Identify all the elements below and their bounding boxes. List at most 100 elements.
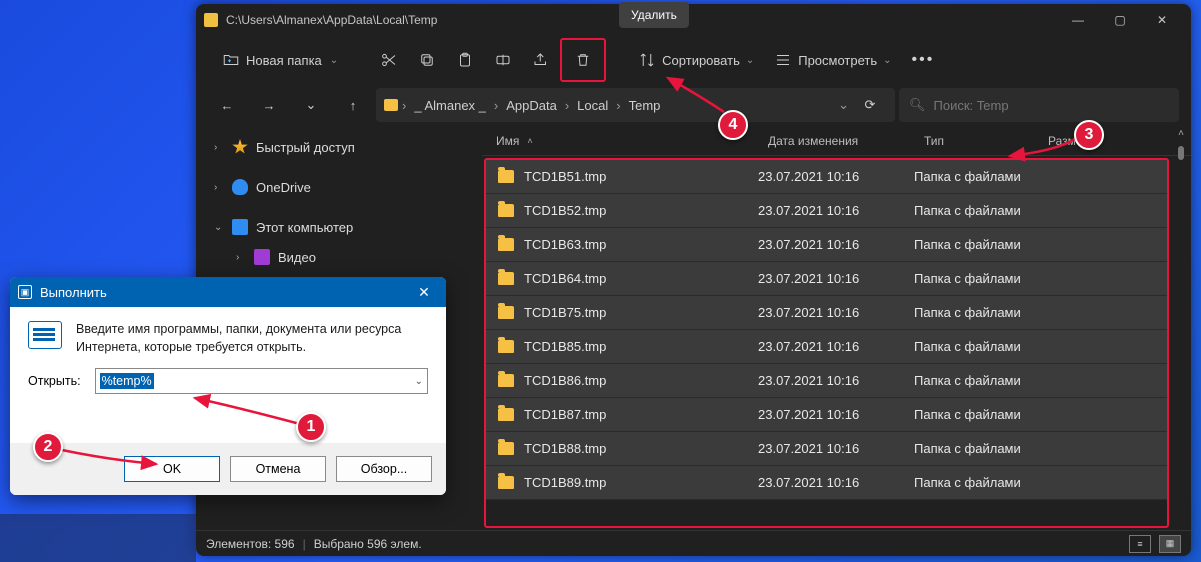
chevron-right-icon: › bbox=[565, 98, 569, 113]
minimize-button[interactable]: — bbox=[1057, 4, 1099, 36]
file-type: Папка с файлами bbox=[914, 169, 1038, 184]
file-date: 23.07.2021 10:16 bbox=[758, 203, 914, 218]
file-row[interactable]: TCD1B85.tmp23.07.2021 10:16Папка с файла… bbox=[486, 330, 1167, 364]
run-input[interactable]: %temp% ⌄ bbox=[95, 368, 428, 394]
col-header-label: Имя bbox=[496, 134, 519, 148]
sort-asc-icon: ˄ bbox=[527, 136, 532, 146]
addr-history-button[interactable]: ⌄ bbox=[838, 97, 849, 113]
file-rows-container: TCD1B51.tmp23.07.2021 10:16Папка с файла… bbox=[484, 158, 1169, 528]
scroll-thumb[interactable] bbox=[1178, 146, 1184, 160]
file-date: 23.07.2021 10:16 bbox=[758, 271, 914, 286]
view-button[interactable]: Просмотреть ⌄ bbox=[764, 42, 901, 78]
folder-icon bbox=[498, 238, 514, 251]
col-header-type[interactable]: Тип bbox=[924, 134, 1048, 148]
view-thumbs-button[interactable]: ▦ bbox=[1159, 535, 1181, 553]
folder-icon bbox=[498, 374, 514, 387]
run-title-label: Выполнить bbox=[40, 285, 107, 300]
run-close-button[interactable]: ✕ bbox=[410, 284, 438, 301]
star-icon bbox=[232, 139, 248, 155]
cut-button[interactable] bbox=[370, 42, 408, 78]
sidebar-item-onedrive[interactable]: › OneDrive bbox=[196, 172, 482, 202]
run-icon: ▣ bbox=[18, 285, 32, 299]
sidebar-item-thispc[interactable]: ⌄ Этот компьютер bbox=[196, 212, 482, 242]
file-row[interactable]: TCD1B75.tmp23.07.2021 10:16Папка с файла… bbox=[486, 296, 1167, 330]
file-row[interactable]: TCD1B89.tmp23.07.2021 10:16Папка с файла… bbox=[486, 466, 1167, 500]
file-list-area: Имя ˄ Дата изменения Тип Размер TCD1B51.… bbox=[482, 126, 1191, 530]
sort-icon bbox=[638, 51, 656, 69]
up-button[interactable]: ↑ bbox=[334, 88, 372, 122]
rename-button[interactable] bbox=[484, 42, 522, 78]
file-type: Папка с файлами bbox=[914, 339, 1038, 354]
forward-button[interactable]: → bbox=[250, 88, 288, 122]
file-name: TCD1B52.tmp bbox=[524, 203, 606, 218]
crumb[interactable]: AppData bbox=[502, 98, 561, 113]
view-label: Просмотреть bbox=[798, 53, 877, 68]
file-date: 23.07.2021 10:16 bbox=[758, 373, 914, 388]
close-button[interactable]: ✕ bbox=[1141, 4, 1183, 36]
file-date: 23.07.2021 10:16 bbox=[758, 441, 914, 456]
chevron-down-icon: ⌄ bbox=[415, 376, 423, 387]
chevron-right-icon: › bbox=[494, 98, 498, 113]
new-folder-icon bbox=[222, 51, 240, 69]
chevron-right-icon: › bbox=[402, 98, 406, 113]
chevron-right-icon: › bbox=[236, 252, 246, 263]
search-box[interactable]: 🔍︎ Поиск: Temp bbox=[899, 88, 1179, 122]
sort-label: Сортировать bbox=[662, 53, 740, 68]
maximize-button[interactable]: ▢ bbox=[1099, 4, 1141, 36]
crumb[interactable]: Local bbox=[573, 98, 612, 113]
file-type: Папка с файлами bbox=[914, 305, 1038, 320]
sidebar-item-quick[interactable]: › Быстрый доступ bbox=[196, 132, 482, 162]
video-icon bbox=[254, 249, 270, 265]
sort-button[interactable]: Сортировать ⌄ bbox=[628, 42, 764, 78]
file-row[interactable]: TCD1B86.tmp23.07.2021 10:16Папка с файла… bbox=[486, 364, 1167, 398]
file-row[interactable]: TCD1B64.tmp23.07.2021 10:16Папка с файла… bbox=[486, 262, 1167, 296]
file-row[interactable]: TCD1B88.tmp23.07.2021 10:16Папка с файла… bbox=[486, 432, 1167, 466]
copy-button[interactable] bbox=[408, 42, 446, 78]
copy-icon bbox=[418, 51, 436, 69]
vertical-scrollbar[interactable]: ˄ bbox=[1175, 128, 1187, 500]
file-name: TCD1B64.tmp bbox=[524, 271, 606, 286]
sidebar-item-video[interactable]: › Видео bbox=[196, 242, 482, 272]
new-folder-button[interactable]: Новая папка ⌄ bbox=[212, 42, 348, 78]
file-row[interactable]: TCD1B52.tmp 23.07.2021 10:16Папка с файла… bbox=[486, 194, 1167, 228]
taskbar bbox=[0, 514, 196, 562]
crumb[interactable]: _ Almanex _ bbox=[410, 98, 490, 113]
search-placeholder: Поиск: Temp bbox=[934, 98, 1009, 113]
file-name: TCD1B86.tmp bbox=[524, 373, 606, 388]
folder-icon bbox=[384, 99, 398, 111]
run-button-row: OK Отмена Обзор... bbox=[10, 443, 446, 495]
address-bar[interactable]: › _ Almanex _ › AppData › Local › Temp ⌄… bbox=[376, 88, 895, 122]
chevron-down-icon: ⌄ bbox=[330, 55, 338, 66]
window-titlebar: C:\Users\Almanex\AppData\Local\Temp — ▢ … bbox=[196, 4, 1191, 36]
file-row[interactable]: TCD1B63.tmp23.07.2021 10:16Папка с файла… bbox=[486, 228, 1167, 262]
recent-button[interactable]: ⌄ bbox=[292, 88, 330, 122]
paste-button[interactable] bbox=[446, 42, 484, 78]
more-button[interactable]: ••• bbox=[902, 42, 945, 78]
nav-row: ← → ⌄ ↑ › _ Almanex _ › AppData › Local … bbox=[196, 84, 1191, 126]
folder-icon bbox=[498, 170, 514, 183]
file-row[interactable]: TCD1B87.tmp23.07.2021 10:16Папка с файла… bbox=[486, 398, 1167, 432]
file-row[interactable]: TCD1B51.tmp23.07.2021 10:16Папка с файла… bbox=[486, 160, 1167, 194]
delete-button[interactable] bbox=[564, 42, 602, 78]
trash-icon bbox=[574, 51, 592, 69]
crumb[interactable]: Temp bbox=[625, 98, 665, 113]
file-name: TCD1B85.tmp bbox=[524, 339, 606, 354]
status-selected: Выбрано 596 элем. bbox=[314, 537, 422, 551]
run-ok-button[interactable]: OK bbox=[124, 456, 220, 482]
sidebar-item-label: Этот компьютер bbox=[256, 220, 353, 235]
folder-icon bbox=[498, 204, 514, 217]
back-button[interactable]: ← bbox=[208, 88, 246, 122]
folder-icon bbox=[498, 340, 514, 353]
annotation-badge-3: 3 bbox=[1074, 120, 1104, 150]
refresh-button[interactable]: ⟳ bbox=[853, 97, 887, 113]
chevron-right-icon: › bbox=[214, 142, 224, 153]
chevron-down-icon: ⌄ bbox=[746, 55, 754, 66]
file-date: 23.07.2021 10:16 bbox=[758, 237, 914, 252]
folder-icon bbox=[498, 306, 514, 319]
file-type: Папка с файлами bbox=[914, 203, 1038, 218]
share-button[interactable] bbox=[522, 42, 560, 78]
view-details-button[interactable]: ≡ bbox=[1129, 535, 1151, 553]
col-header-date[interactable]: Дата изменения bbox=[768, 134, 924, 148]
run-cancel-button[interactable]: Отмена bbox=[230, 456, 326, 482]
run-browse-button[interactable]: Обзор... bbox=[336, 456, 432, 482]
